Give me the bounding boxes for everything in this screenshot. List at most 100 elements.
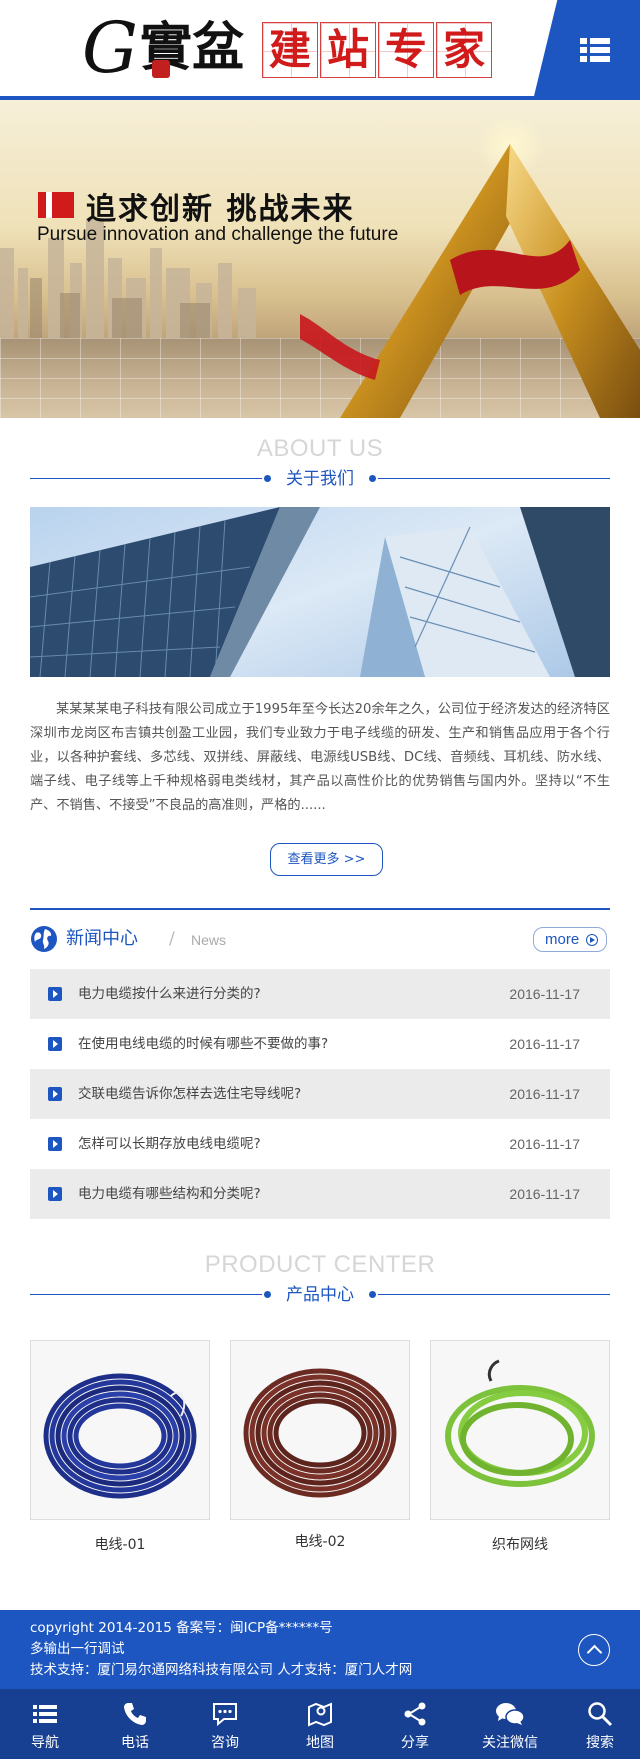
bottom-nav-item-map[interactable]: 地图: [270, 1689, 370, 1759]
play-circle-icon: [586, 934, 598, 946]
list-menu-icon[interactable]: [580, 38, 610, 62]
arrow-bullet-icon: [48, 987, 62, 1001]
footer-line-2: 多输出一行调试: [30, 1641, 125, 1657]
bottom-nav-label: 导航: [31, 1735, 59, 1751]
title-dot-left: [264, 475, 271, 482]
news-item[interactable]: 怎样可以长期存放电线电缆呢? 2016-11-17: [30, 1119, 610, 1169]
title-dot-right: [369, 1291, 376, 1298]
site-header: G 實盆 建 站 专 家: [0, 0, 640, 96]
bottom-nav-item-search[interactable]: 搜索: [560, 1689, 640, 1759]
news-item-date: 2016-11-17: [509, 986, 580, 1002]
news-header: 新闻中心 / News more: [30, 924, 610, 954]
product-name[interactable]: 织布网线: [430, 1535, 610, 1555]
site-footer: copyright 2014-2015 备案号：闽ICP备******号 多输出…: [0, 1610, 640, 1689]
logo-title: 建 站 专 家: [262, 22, 494, 78]
news-item-title[interactable]: 电力电缆有哪些结构和分类呢?: [78, 1183, 261, 1205]
product-image[interactable]: [30, 1340, 210, 1520]
footer-support: 技术支持：厦门易尔通网络科技有限公司 人才支持：厦门人才网: [30, 1662, 413, 1678]
brown-cable-coil: [243, 1368, 397, 1498]
bottom-nav-item-wechat[interactable]: 关注微信: [460, 1689, 560, 1759]
about-section-title: ABOUT US 关于我们: [30, 435, 610, 493]
share-icon: [404, 1702, 426, 1726]
bottom-nav-label: 分享: [401, 1735, 429, 1751]
news-item-date: 2016-11-17: [509, 1186, 580, 1202]
product-grid: 电线-01 电线-02 织布网线: [30, 1340, 610, 1553]
globe-icon: [31, 926, 57, 952]
search-icon: [588, 1702, 613, 1727]
bottom-nav-label: 咨询: [211, 1735, 239, 1751]
hero-banner: 追求创新 挑战未来 Pursue innovation and challeng…: [0, 100, 640, 418]
list-icon: [33, 1705, 57, 1723]
product-card[interactable]: 电线-01: [30, 1340, 210, 1555]
bottom-nav-label: 地图: [306, 1735, 334, 1751]
about-title-cn: 关于我们: [286, 469, 354, 489]
news-item[interactable]: 在使用电线电缆的时候有哪些不要做的事? 2016-11-17: [30, 1019, 610, 1069]
news-top-divider: [30, 908, 610, 910]
banner-title: 追求创新 挑战未来: [86, 192, 355, 227]
title-divider-right: [378, 478, 610, 479]
product-name[interactable]: 电线-01: [30, 1535, 210, 1555]
phone-icon: [124, 1703, 146, 1725]
arrow-bullet-icon: [48, 1187, 62, 1201]
about-description: 某某某某电子科技有限公司成立于1995年至今长达20余年之久，公司位于经济发达的…: [30, 702, 610, 813]
news-item[interactable]: 电力电缆按什么来进行分类的? 2016-11-17: [30, 969, 610, 1019]
news-item[interactable]: 交联电缆告诉你怎样去选住宅导线呢? 2016-11-17: [30, 1069, 610, 1119]
site-logo[interactable]: G 實盆 建 站 专 家: [82, 10, 502, 86]
golden-arch-illustration: [300, 120, 640, 418]
logo-seal-icon: [152, 60, 170, 78]
logo-title-char: 站: [320, 22, 376, 78]
chat-icon: [213, 1703, 237, 1727]
product-image[interactable]: [230, 1340, 410, 1520]
news-list: 电力电缆按什么来进行分类的? 2016-11-17 在使用电线电缆的时候有哪些不…: [30, 969, 610, 1219]
bottom-nav-item-consult[interactable]: 咨询: [180, 1689, 270, 1759]
logo-letter: G: [82, 7, 138, 89]
news-item[interactable]: 电力电缆有哪些结构和分类呢? 2016-11-17: [30, 1169, 610, 1219]
about-title-en: ABOUT US: [256, 435, 384, 462]
product-card[interactable]: 织布网线: [430, 1340, 610, 1555]
logo-title-char: 家: [436, 22, 492, 78]
title-dot-left: [264, 1291, 271, 1298]
news-more-button[interactable]: more: [533, 927, 607, 952]
logo-title-char: 建: [262, 22, 318, 78]
wechat-icon: [496, 1703, 525, 1725]
bottom-nav-label: 搜索: [586, 1735, 614, 1751]
news-item-title[interactable]: 电力电缆按什么来进行分类的?: [78, 983, 261, 1005]
bottom-nav-item-phone[interactable]: 电话: [90, 1689, 180, 1759]
title-divider-left: [30, 478, 262, 479]
map-icon: [308, 1702, 332, 1727]
product-card[interactable]: 电线-02: [230, 1340, 410, 1552]
view-more-button[interactable]: 查看更多 >>: [270, 843, 383, 876]
product-name[interactable]: 电线-02: [230, 1532, 410, 1552]
news-title-en: News: [191, 932, 227, 948]
title-divider-right: [378, 1294, 610, 1295]
bottom-nav-item-share[interactable]: 分享: [370, 1689, 460, 1759]
footer-copyright: copyright 2014-2015 备案号：闽ICP备******号: [30, 1620, 333, 1636]
blue-cable-coil: [43, 1373, 197, 1499]
news-item-title[interactable]: 怎样可以长期存放电线电缆呢?: [78, 1133, 261, 1155]
product-image[interactable]: [430, 1340, 610, 1520]
news-item-title[interactable]: 交联电缆告诉你怎样去选住宅导线呢?: [78, 1083, 301, 1105]
banner-subtitle: Pursue innovation and challenge the futu…: [37, 224, 399, 245]
news-item-date: 2016-11-17: [509, 1036, 580, 1052]
bottom-nav-item-navigation[interactable]: 导航: [0, 1689, 90, 1759]
arrow-bullet-icon: [48, 1037, 62, 1051]
title-divider-left: [30, 1294, 262, 1295]
bottom-nav-label: 关注微信: [482, 1735, 538, 1751]
skyscraper-illustration: [30, 507, 610, 677]
news-title: 新闻中心: [66, 928, 138, 949]
product-section-title: PRODUCT CENTER 产品中心: [30, 1251, 610, 1309]
arrow-bullet-icon: [48, 1137, 62, 1151]
bottom-nav-label: 电话: [121, 1735, 149, 1751]
news-item-date: 2016-11-17: [509, 1136, 580, 1152]
arrow-bullet-icon: [48, 1087, 62, 1101]
bottom-nav: 导航 电话 咨询 地图 分享 关注微信 搜索: [0, 1689, 640, 1759]
news-more-label: more: [545, 931, 580, 948]
news-item-title[interactable]: 在使用电线电缆的时候有哪些不要做的事?: [78, 1033, 328, 1055]
banner-red-mark: [38, 192, 74, 218]
news-item-date: 2016-11-17: [509, 1086, 580, 1102]
title-dot-right: [369, 475, 376, 482]
logo-title-char: 专: [378, 22, 434, 78]
product-title-cn: 产品中心: [286, 1285, 354, 1305]
back-to-top-icon[interactable]: [578, 1634, 610, 1666]
product-title-en: PRODUCT CENTER: [204, 1251, 436, 1278]
